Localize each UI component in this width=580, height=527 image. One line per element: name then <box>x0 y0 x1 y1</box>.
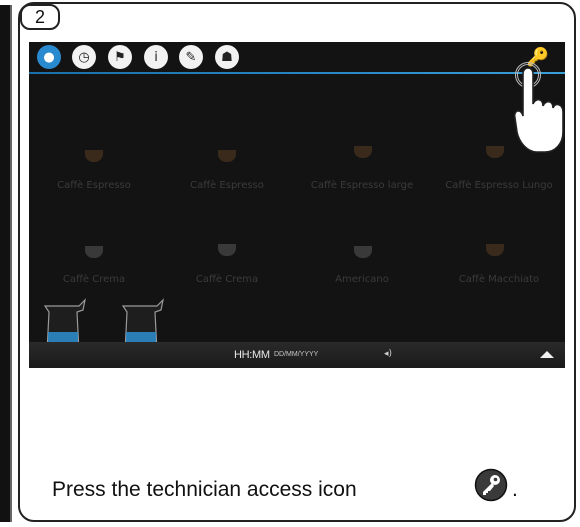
clock-time: HH:MM <box>234 349 270 361</box>
water-drop-icon[interactable]: ● <box>37 45 61 69</box>
drink-cup-icon <box>218 150 236 162</box>
drink-cup-icon <box>85 150 103 162</box>
drink-tile-label[interactable]: Caffè Espresso Lungo <box>434 180 564 191</box>
pointing-hand-icon <box>513 67 564 153</box>
toolbar-divider <box>29 72 565 74</box>
top-toolbar: ● ◷ ⚑ i ✎ ☗ 🔑 <box>29 42 565 72</box>
instruction-text: Press the technician access icon <box>52 478 357 501</box>
person-icon[interactable]: ☗ <box>215 45 239 69</box>
drink-tile-label[interactable]: Caffè Macchiato <box>434 274 564 285</box>
drink-tile-label[interactable]: Caffè Crema <box>29 274 159 285</box>
drink-cup-icon <box>354 246 372 258</box>
step-number-badge: 2 <box>20 4 60 30</box>
up-arrow-icon[interactable] <box>540 351 554 358</box>
drink-tile-label[interactable]: Caffè Crema <box>162 274 292 285</box>
drink-tile-label[interactable]: Caffè Espresso <box>162 180 292 191</box>
instruction-period: . <box>512 478 518 501</box>
machine-screen: ● ◷ ⚑ i ✎ ☗ 🔑 Caffè Espresso Caffè Espre… <box>29 42 565 368</box>
status-bar: HH:MM DD/MM/YYYY ◂) <box>29 342 565 368</box>
drink-tile-label[interactable]: Caffè Espresso large <box>297 180 427 191</box>
drink-cup-icon <box>354 146 372 158</box>
drink-cup-icon <box>85 246 103 258</box>
flag-icon[interactable]: ⚑ <box>108 45 132 69</box>
drink-cup-icon <box>486 244 504 256</box>
info-icon[interactable]: i <box>144 45 168 69</box>
drink-tile-label[interactable]: Americano <box>297 274 427 285</box>
drink-cup-icon <box>486 146 504 158</box>
clock-date: DD/MM/YYYY <box>274 351 319 358</box>
clock-icon[interactable]: ◷ <box>72 45 96 69</box>
pencil-icon[interactable]: ✎ <box>179 45 203 69</box>
key-icon <box>474 468 508 502</box>
drink-cup-icon <box>218 244 236 256</box>
volume-icon[interactable]: ◂) <box>384 349 392 359</box>
drink-tile-label[interactable]: Caffè Espresso <box>29 180 159 191</box>
instruction-panel: 2 ● ◷ ⚑ i ✎ ☗ 🔑 Caffè Espresso Caffè Esp… <box>18 2 576 522</box>
left-side-bar <box>0 5 12 522</box>
